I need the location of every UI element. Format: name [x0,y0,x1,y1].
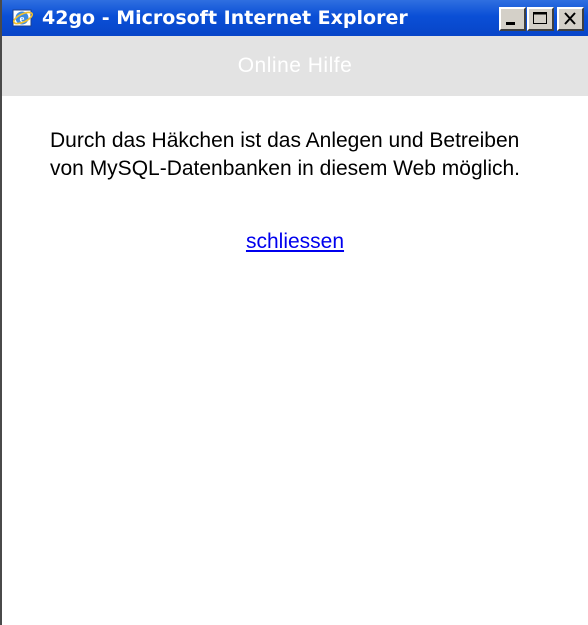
maximize-button[interactable] [527,7,554,31]
browser-window: e 42go - Microsoft Internet Explorer Onl… [0,0,588,625]
close-button[interactable] [557,7,584,31]
help-title: Online Hilfe [237,54,353,77]
window-controls [498,7,584,31]
title-bar[interactable]: e 42go - Microsoft Internet Explorer [2,0,588,36]
window-title: 42go - Microsoft Internet Explorer [42,7,408,29]
help-header: Online Hilfe [2,36,588,96]
close-link-container: schliessen [2,230,588,254]
close-link[interactable]: schliessen [246,230,344,253]
help-text: Durch das Häkchen ist das Anlegen und Be… [50,129,521,180]
minimize-button[interactable] [499,7,526,31]
internet-explorer-icon[interactable]: e [12,7,34,29]
